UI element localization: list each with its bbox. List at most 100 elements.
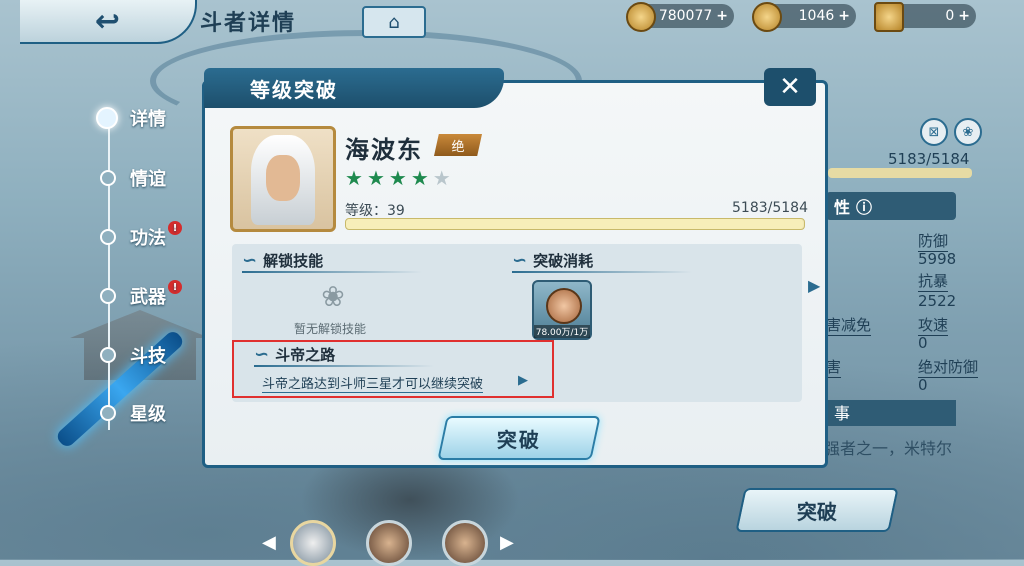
level-progress-fill (346, 219, 804, 229)
level-value: 5183/5184 (732, 200, 808, 216)
section-underline (254, 365, 434, 367)
next-hero-arrow-icon[interactable]: ▶ (500, 532, 514, 553)
back-arrow-icon: ↩ (94, 3, 121, 39)
attr-name: 防御 (918, 232, 949, 252)
swirl-icon: ∽ (242, 250, 258, 271)
chevron-right-icon[interactable]: ▶ (518, 373, 528, 388)
breakthrough-button-bg[interactable]: 突破 (735, 488, 899, 532)
right-panel-icons: ⊠ ❀ (920, 118, 982, 146)
rank-badge: 绝 (434, 134, 482, 156)
road-title: 斗帝之路 (275, 346, 336, 364)
nav-label: 星级 (130, 404, 166, 425)
star-filled-icon: ★ (366, 166, 385, 190)
nav-dot-icon (100, 347, 116, 363)
breakthrough-button-label: 突破 (797, 499, 837, 524)
level-breakthrough-dialog: 等级突破 ✕ 海波东 绝 ★ ★ ★ ★ ★ 等级：39 5183/5184 ∽ 解锁技… (202, 68, 832, 470)
attributes-header-label: 性 (834, 198, 851, 217)
page-title: 斗者详情 (200, 11, 297, 36)
level-progress-bar (345, 218, 805, 230)
star-rating: ★ ★ ★ ★ ★ (345, 166, 451, 190)
unlock-skills-section: ∽ 解锁技能 (242, 250, 422, 273)
level-progress-text: 5183/5184 (888, 150, 970, 168)
lotus-icon[interactable]: ❀ (954, 118, 982, 146)
hero-name: 海波东 (345, 136, 423, 164)
nav-label: 详情 (130, 109, 166, 130)
nav-label: 功法 (130, 228, 166, 249)
cost-item[interactable]: 78.00万/1万 (532, 280, 592, 340)
attr-value: 0 (918, 334, 928, 352)
swirl-icon: ∽ (254, 344, 270, 365)
home-icon: ⌂ (388, 11, 400, 33)
unlock-skills-title: 解锁技能 (263, 252, 324, 270)
nav-line (108, 110, 110, 430)
section-underline (242, 271, 422, 273)
cost-amount: 78.00万/1万 (534, 325, 590, 338)
add-gold-button[interactable]: + (838, 8, 850, 24)
nav-item-weapon[interactable]: 武器 ! (100, 280, 200, 311)
nav-item-friendship[interactable]: 情谊 (100, 163, 200, 193)
section-title: ∽ 解锁技能 (242, 250, 422, 271)
attributes-header: 性 ⓘ (826, 192, 956, 220)
attr-name: 绝对防御 (918, 358, 979, 378)
breakthrough-button[interactable]: 突破 (437, 416, 601, 460)
road-requirement-link[interactable]: 斗帝之路达到斗师三星才可以继续突破 (262, 373, 484, 393)
section-title: ∽ 突破消耗 (512, 250, 692, 271)
star-filled-icon: ★ (410, 166, 429, 190)
breakthrough-cost-section: ∽ 突破消耗 (512, 250, 692, 273)
add-ticket-button[interactable]: + (958, 8, 970, 24)
element-icon[interactable]: ⊠ (920, 118, 948, 146)
currency-gold: 1046 + (752, 2, 856, 32)
info-icon[interactable]: ⓘ (856, 194, 872, 218)
alert-badge: ! (168, 221, 182, 235)
attr-name: 害减免 (826, 316, 872, 336)
star-empty-icon: ★ (432, 166, 451, 190)
nav-dot-icon (100, 170, 116, 186)
star-filled-icon: ★ (345, 166, 363, 190)
nav-item-combat-skills[interactable]: 斗技 (100, 340, 200, 370)
cost-title: 突破消耗 (533, 252, 594, 270)
attr-value: 0 (918, 376, 928, 394)
attr-name: 攻速 (918, 316, 949, 336)
add-coins-button[interactable]: + (716, 8, 728, 24)
currency-coins: 780077 + (626, 2, 734, 32)
alert-badge: ! (168, 280, 182, 294)
story-header: 事 (826, 400, 956, 426)
home-button[interactable]: ⌂ (362, 6, 426, 38)
currency-value: 1046 (798, 8, 835, 24)
hero-portrait-row (290, 520, 488, 566)
nav-item-star-level[interactable]: 星级 (100, 398, 200, 428)
nav-label: 武器 (130, 287, 166, 308)
nav-dot-icon (100, 229, 116, 245)
close-button[interactable]: ✕ (764, 68, 816, 106)
nav-dot-icon (100, 288, 116, 304)
ticket-icon (874, 2, 904, 32)
back-button[interactable]: ↩ (20, 0, 197, 44)
hero-portrait[interactable] (366, 520, 412, 566)
currency-value: 780077 (658, 8, 713, 24)
nav-label: 情谊 (130, 169, 166, 190)
prev-hero-arrow-icon[interactable]: ◀ (262, 532, 276, 553)
level-label: 等级：39 (345, 203, 405, 219)
lotus-icon: ❀ (321, 280, 345, 313)
currency-tickets: 0 + (874, 2, 976, 32)
copper-coin-icon (626, 2, 656, 32)
dialog-title: 等级突破 (204, 68, 504, 108)
close-icon: ✕ (779, 72, 801, 102)
dou-di-road-section: ∽ 斗帝之路 (254, 344, 434, 367)
hero-portrait[interactable] (290, 520, 336, 566)
level-progress-bar (828, 168, 972, 178)
avatar-face (266, 155, 300, 201)
swirl-icon: ∽ (512, 250, 528, 271)
hero-avatar (230, 126, 336, 232)
section-underline (512, 271, 692, 273)
nav-item-skills[interactable]: 功法 ! (100, 221, 200, 252)
hero-portrait[interactable] (442, 520, 488, 566)
section-title: ∽ 斗帝之路 (254, 344, 434, 365)
panel-arrow-icon[interactable]: ▶ (808, 276, 820, 295)
attr-name: 抗暴 (918, 272, 949, 292)
nav-label: 斗技 (130, 346, 166, 367)
nav-item-details[interactable]: 详情 (96, 103, 200, 133)
attr-value: 2522 (918, 292, 957, 310)
star-filled-icon: ★ (388, 166, 407, 190)
currency-value: 0 (945, 8, 955, 24)
